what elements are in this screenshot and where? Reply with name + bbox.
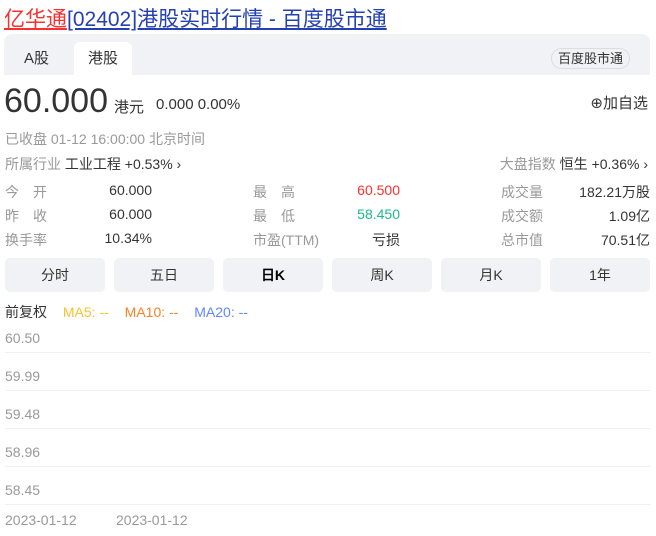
ma5-value: MA5: --	[62, 304, 109, 320]
price-change: 0.000 0.00%	[156, 96, 241, 113]
market-tabs: A股 港股 百度股市通	[4, 34, 650, 75]
x-tick-label: 2023-01-12	[116, 512, 188, 528]
stock-name-link[interactable]: 亿华通	[4, 8, 67, 31]
industry-label: 所属行业	[5, 156, 61, 172]
y-tick-label: 59.48	[5, 406, 41, 422]
stats-row: 昨 收 60.000 最 低 58.450 成交额 1.09亿	[5, 206, 650, 230]
adjust-mode[interactable]: 前复权	[5, 304, 47, 320]
page-title[interactable]: 亿华通[02402]港股实时行情 - 百度股市通	[4, 3, 387, 33]
stat-label: 成交量	[501, 184, 543, 200]
tab-intraday[interactable]: 分时	[5, 258, 105, 292]
add-watchlist-label: 加自选	[602, 95, 648, 112]
stat-value: 亏损	[372, 232, 400, 248]
y-tick-label: 60.50	[5, 330, 41, 346]
market-status: 已收盘 01-12 16:00:00 北京时间	[5, 131, 205, 147]
stat-value: 70.51亿	[600, 232, 650, 248]
chevron-right-icon: ›	[176, 156, 182, 172]
x-tick-label: 2023-01-12	[5, 512, 77, 528]
stat-value: 60.500	[357, 182, 400, 198]
stat-value: 60.000	[109, 182, 152, 198]
industry-change: +0.53%	[124, 156, 173, 172]
tab-hk-share[interactable]: 港股	[74, 42, 133, 75]
ma-legend: 前复权 MA5: -- MA10: -- MA20: --	[5, 302, 260, 322]
industry-link[interactable]: 所属行业 工业工程 +0.53% ›	[5, 154, 181, 174]
title-link[interactable]: [02402]港股实时行情 - 百度股市通	[67, 8, 387, 31]
stat-label: 昨 收	[5, 208, 47, 224]
ma10-value: MA10: --	[124, 304, 179, 320]
grid-line	[5, 466, 650, 467]
tab-daily-k[interactable]: 日K	[223, 258, 323, 292]
stat-label: 最 高	[253, 184, 295, 200]
tab-five-day[interactable]: 五日	[114, 258, 214, 292]
gushitong-button[interactable]: 百度股市通	[550, 48, 630, 69]
chevron-right-icon: ›	[643, 156, 648, 172]
grid-line	[5, 504, 650, 505]
index-link[interactable]: 大盘指数 恒生 +0.36% ›	[500, 154, 648, 174]
tab-monthly-k[interactable]: 月K	[441, 258, 541, 292]
tab-one-year[interactable]: 1年	[550, 258, 650, 292]
stat-value: 182.21万股	[579, 184, 650, 200]
stat-value: 58.450	[357, 206, 400, 222]
stat-value: 1.09亿	[608, 208, 650, 224]
plus-circle-icon: ⊕	[590, 95, 603, 112]
y-tick-label: 59.99	[5, 368, 41, 384]
stat-label: 总市值	[501, 232, 543, 248]
stat-value: 10.34%	[104, 230, 152, 246]
add-watchlist-button[interactable]: ⊕加自选	[590, 92, 648, 113]
grid-line	[5, 390, 650, 391]
tab-weekly-k[interactable]: 周K	[332, 258, 432, 292]
stats-row: 换手率 10.34% 市盈(TTM) 亏损 总市值 70.51亿	[5, 230, 650, 254]
grid-line	[5, 428, 650, 429]
period-tabs: 分时 五日 日K 周K 月K 1年	[5, 258, 650, 292]
stat-label: 换手率	[5, 232, 47, 248]
y-tick-label: 58.45	[5, 482, 41, 498]
y-tick-label: 58.96	[5, 444, 41, 460]
stats-grid: 今 开 60.000 最 高 60.500 成交量 182.21万股 昨 收 6…	[5, 182, 650, 254]
ma20-value: MA20: --	[194, 304, 248, 320]
stat-label: 最 低	[253, 208, 295, 224]
currency-unit: 港元	[114, 99, 145, 116]
tab-a-share[interactable]: A股	[10, 42, 63, 75]
index-change: +0.36%	[591, 156, 640, 172]
current-price: 60.000	[4, 82, 108, 120]
stats-row: 今 开 60.000 最 高 60.500 成交量 182.21万股	[5, 182, 650, 206]
stat-label: 今 开	[5, 184, 47, 200]
stat-label: 成交额	[501, 208, 543, 224]
industry-name: 工业工程	[64, 156, 121, 172]
index-label: 大盘指数	[499, 156, 556, 172]
index-name: 恒生	[559, 156, 588, 172]
grid-line	[5, 352, 650, 353]
stat-label: 市盈(TTM)	[253, 232, 320, 248]
stat-value: 60.000	[109, 206, 152, 222]
